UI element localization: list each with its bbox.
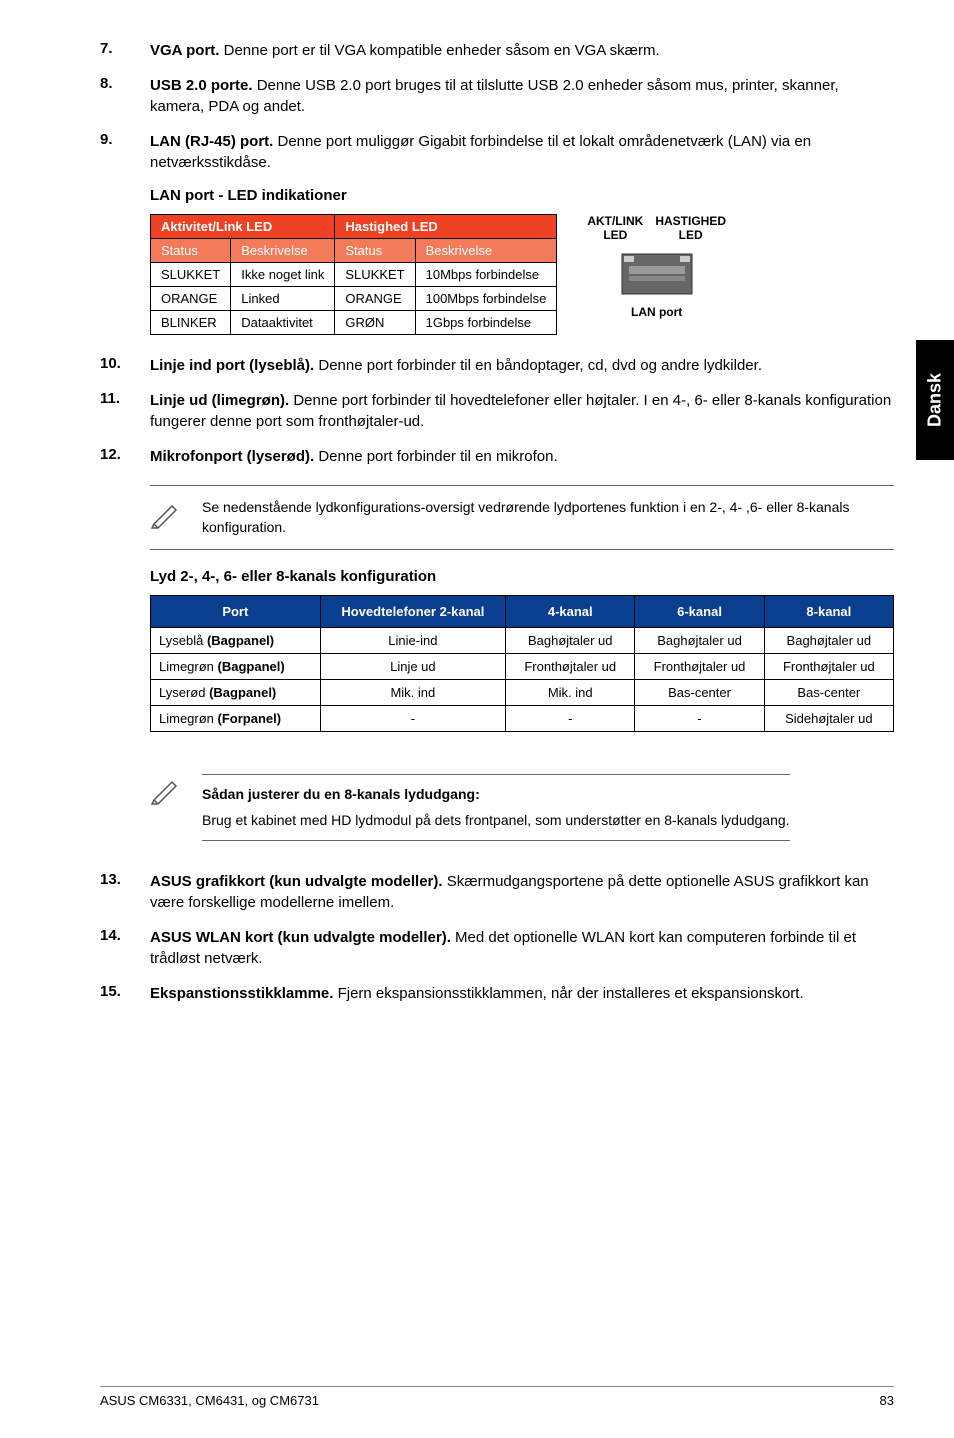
led-h1: Status bbox=[151, 239, 231, 263]
lan-l2: HASTIGHED bbox=[655, 214, 726, 228]
item-13: 13. ASUS grafikkort (kun udvalgte modell… bbox=[100, 871, 894, 913]
audio-h1: Port bbox=[151, 596, 321, 628]
item-8: 8. USB 2.0 porte. Denne USB 2.0 port bru… bbox=[100, 75, 894, 117]
led-cell: ORANGE bbox=[335, 287, 415, 311]
note-block: Se nedenstående lydkonfigurations-oversi… bbox=[150, 485, 894, 550]
item-title: Linje ud (limegrøn). bbox=[150, 392, 289, 409]
led-cell: Dataaktivitet bbox=[231, 311, 335, 335]
led-cell: SLUKKET bbox=[335, 263, 415, 287]
item-7: 7. VGA port. Denne port er til VGA kompa… bbox=[100, 40, 894, 61]
lan-l1: AKT/LINK bbox=[587, 214, 643, 228]
item-number: 10. bbox=[100, 355, 150, 376]
item-10: 10. Linje ind port (lyseblå). Denne port… bbox=[100, 355, 894, 376]
audio-cell: Linje ud bbox=[320, 654, 505, 680]
audio-cell: Bas-center bbox=[764, 680, 893, 706]
note-block: Sådan justerer du en 8-kanals lydudgang:… bbox=[150, 762, 894, 853]
audio-cell: Lyseblå (Bagpanel) bbox=[151, 628, 321, 654]
audio-cell: Baghøjtaler ud bbox=[764, 628, 893, 654]
led-h2: Beskrivelse bbox=[231, 239, 335, 263]
item-11: 11. Linje ud (limegrøn). Denne port forb… bbox=[100, 390, 894, 432]
item-title: USB 2.0 porte. bbox=[150, 77, 253, 94]
item-title: ASUS WLAN kort (kun udvalgte modeller). bbox=[150, 929, 451, 946]
led-cell: GRØN bbox=[335, 311, 415, 335]
led-cell: ORANGE bbox=[151, 287, 231, 311]
led-table: Aktivitet/Link LEDHastighed LED StatusBe… bbox=[150, 214, 557, 335]
item-text: Denne USB 2.0 port bruges til at tilslut… bbox=[150, 77, 839, 115]
pencil-icon bbox=[150, 774, 182, 806]
page-footer: ASUS CM6331, CM6431, og CM6731 83 bbox=[100, 1386, 894, 1408]
item-number: 12. bbox=[100, 446, 150, 467]
lan-diagram: AKT/LINKLED HASTIGHEDLED LAN port bbox=[587, 214, 726, 319]
item-text: Denne port forbinder til en mikrofon. bbox=[314, 448, 557, 465]
audio-table: Port Hovedtelefoner 2-kanal 4-kanal 6-ka… bbox=[150, 595, 894, 732]
lan-port-label: LAN port bbox=[587, 305, 726, 319]
audio-cell: Sidehøjtaler ud bbox=[764, 706, 893, 732]
led-cell: Linked bbox=[231, 287, 335, 311]
item-9: 9. LAN (RJ-45) port. Denne port muliggør… bbox=[100, 131, 894, 173]
item-number: 13. bbox=[100, 871, 150, 913]
note-text: Se nedenstående lydkonfigurations-oversi… bbox=[202, 498, 894, 537]
item-number: 8. bbox=[100, 75, 150, 117]
note2-title: Sådan justerer du en 8-kanals lydudgang: bbox=[202, 786, 480, 802]
audio-cell: - bbox=[635, 706, 764, 732]
item-title: VGA port. bbox=[150, 42, 219, 59]
led-group1: Aktivitet/Link LED bbox=[151, 215, 335, 239]
audio-cell: Fronthøjtaler ud bbox=[635, 654, 764, 680]
item-text: Denne port forbinder til en båndoptager,… bbox=[314, 357, 762, 374]
audio-cell: Bas-center bbox=[635, 680, 764, 706]
led-cell: Ikke noget link bbox=[231, 263, 335, 287]
led-group2: Hastighed LED bbox=[335, 215, 557, 239]
audio-cell: Lyserød (Bagpanel) bbox=[151, 680, 321, 706]
item-title: LAN (RJ-45) port. bbox=[150, 133, 273, 150]
item-title: ASUS grafikkort (kun udvalgte modeller). bbox=[150, 873, 443, 890]
lan-led: LED bbox=[603, 228, 627, 242]
note2-text: Brug et kabinet med HD lydmodul på dets … bbox=[202, 811, 790, 831]
audio-cell: - bbox=[506, 706, 635, 732]
audio-h3: 4-kanal bbox=[506, 596, 635, 628]
lan-port-icon bbox=[617, 246, 697, 301]
lan-led: LED bbox=[679, 228, 703, 242]
led-cell: BLINKER bbox=[151, 311, 231, 335]
led-cell: 1Gbps forbindelse bbox=[415, 311, 557, 335]
item-text: Fjern ekspansionsstikklammen, når der in… bbox=[333, 985, 803, 1002]
item-14: 14. ASUS WLAN kort (kun udvalgte modelle… bbox=[100, 927, 894, 969]
item-number: 15. bbox=[100, 983, 150, 1004]
item-number: 7. bbox=[100, 40, 150, 61]
audio-cell: Limegrøn (Bagpanel) bbox=[151, 654, 321, 680]
audio-cell: - bbox=[320, 706, 505, 732]
item-number: 9. bbox=[100, 131, 150, 173]
item-title: Linje ind port (lyseblå). bbox=[150, 357, 314, 374]
pencil-icon bbox=[150, 498, 182, 530]
audio-cell: Fronthøjtaler ud bbox=[764, 654, 893, 680]
language-tab: Dansk bbox=[916, 340, 954, 460]
audio-cell: Limegrøn (Forpanel) bbox=[151, 706, 321, 732]
led-h3: Status bbox=[335, 239, 415, 263]
audio-cell: Baghøjtaler ud bbox=[635, 628, 764, 654]
audio-heading: Lyd 2-, 4-, 6- eller 8-kanals konfigurat… bbox=[150, 568, 894, 585]
audio-h5: 8-kanal bbox=[764, 596, 893, 628]
item-15: 15. Ekspanstionsstikklamme. Fjern ekspan… bbox=[100, 983, 894, 1004]
led-cell: 10Mbps forbindelse bbox=[415, 263, 557, 287]
audio-cell: Fronthøjtaler ud bbox=[506, 654, 635, 680]
led-heading: LAN port - LED indikationer bbox=[150, 187, 894, 204]
item-title: Ekspanstionsstikklamme. bbox=[150, 985, 333, 1002]
item-text: Denne port er til VGA kompatible enheder… bbox=[219, 42, 659, 59]
led-cell: 100Mbps forbindelse bbox=[415, 287, 557, 311]
audio-cell: Mik. ind bbox=[506, 680, 635, 706]
footer-right: 83 bbox=[880, 1393, 894, 1408]
item-number: 11. bbox=[100, 390, 150, 432]
led-cell: SLUKKET bbox=[151, 263, 231, 287]
item-12: 12. Mikrofonport (lyserød). Denne port f… bbox=[100, 446, 894, 467]
item-number: 14. bbox=[100, 927, 150, 969]
footer-left: ASUS CM6331, CM6431, og CM6731 bbox=[100, 1393, 319, 1408]
audio-cell: Baghøjtaler ud bbox=[506, 628, 635, 654]
audio-h4: 6-kanal bbox=[635, 596, 764, 628]
audio-cell: Linie-ind bbox=[320, 628, 505, 654]
led-h4: Beskrivelse bbox=[415, 239, 557, 263]
audio-h2: Hovedtelefoner 2-kanal bbox=[320, 596, 505, 628]
audio-cell: Mik. ind bbox=[320, 680, 505, 706]
item-title: Mikrofonport (lyserød). bbox=[150, 448, 314, 465]
